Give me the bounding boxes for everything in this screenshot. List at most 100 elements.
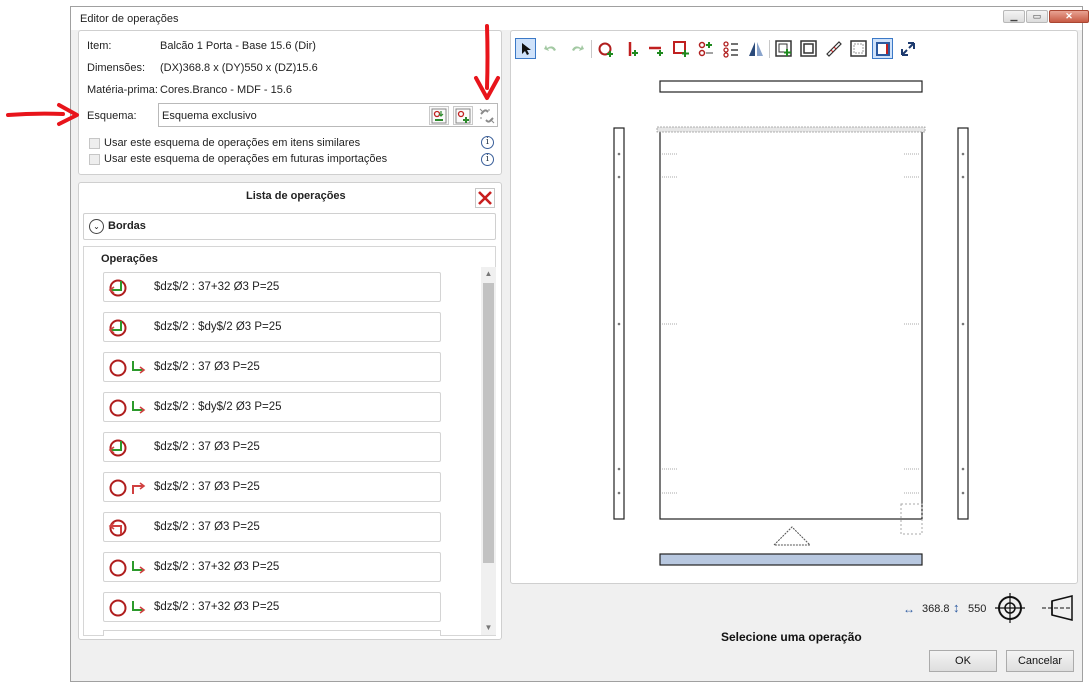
frame-button[interactable] [798,38,819,59]
undo-icon [543,44,556,51]
scrollbar-thumb[interactable] [483,283,494,563]
ok-button[interactable]: OK [929,650,997,672]
delete-icon [478,191,492,205]
cursor-icon [521,42,531,55]
similar-items-info-icon[interactable]: i [481,136,494,149]
list-item[interactable]: $dz$/2 : 37+32 Ø3 P=25 [103,272,441,302]
schema-import-button[interactable] [429,106,449,125]
add-frame-icon [774,39,792,57]
list-item-partial [103,630,441,636]
item-value: Balcão 1 Porta - Base 15.6 (Dir) [160,40,316,52]
expand-button[interactable] [897,38,918,59]
item-label: Item: [87,40,112,52]
list-item[interactable]: $dz$/2 : 37 Ø3 P=25 [103,352,441,382]
similar-items-checkbox[interactable] [89,138,100,149]
operation-label: $dz$/2 : 37 Ø3 P=25 [154,481,260,493]
operation-label: $dz$/2 : 37+32 Ø3 P=25 [154,561,280,573]
main-panel[interactable] [659,127,923,520]
list-item[interactable]: $dz$/2 : 37 Ø3 P=25 [103,472,441,502]
operation-label: $dz$/2 : 37 Ø3 P=25 [154,361,260,373]
height-arrow-icon: ↕ [953,600,960,615]
list-item[interactable]: $dz$/2 : 37+32 Ø3 P=25 [103,552,441,582]
hole-sequence-icon [698,41,713,56]
target-icon[interactable] [994,592,1026,624]
expand-icon [900,41,915,56]
operation-label: $dz$/2 : $dy$/2 Ø3 P=25 [154,321,282,333]
cancel-button[interactable]: Cancelar [1006,650,1074,672]
add-vertical-groove-button[interactable] [620,38,641,59]
schema-new-button[interactable] [453,106,473,125]
list-item[interactable]: $dz$/2 : 37 Ø3 P=25 [103,512,441,542]
annotation-arrow-left [6,103,79,126]
hole-operation-icon [108,519,127,537]
measure-button[interactable] [823,38,844,59]
borders-label: Bordas [108,220,146,232]
scroll-up-icon[interactable]: ▲ [481,267,496,281]
outline-icon [849,39,867,57]
part-drawing-canvas[interactable] [511,70,1077,580]
pocket-icon [672,40,689,57]
toolbar-separator [769,40,770,58]
add-frame-button[interactable] [773,38,794,59]
operation-label: $dz$/2 : 37+32 Ø3 P=25 [154,601,280,613]
hole-operation-icon [109,359,146,377]
annotation-arrow-down [474,24,500,100]
dimensions-label: Dimensões: [87,62,146,74]
future-imports-checkbox[interactable] [89,154,100,165]
select-tool-button[interactable] [515,38,536,59]
schema-unlink-button[interactable] [477,106,497,125]
add-hole-sequence-button[interactable] [695,38,716,59]
operation-label: $dz$/2 : 37+32 Ø3 P=25 [154,281,280,293]
top-edge-highlight [656,126,926,133]
add-horizontal-groove-button[interactable] [645,38,666,59]
view-mode-icon [875,41,890,56]
operations-panel-title: Lista de operações [246,190,346,202]
dy-value: 550 [968,603,987,615]
undo-button[interactable] [540,38,561,59]
mirror-button[interactable] [745,38,766,59]
maximize-button[interactable]: ▭ [1026,10,1048,23]
dx-value: 368.8 [922,603,950,615]
hole-operation-icon [109,479,146,497]
dimensions-value: (DX)368.8 x (DY)550 x (DZ)15.6 [160,62,318,74]
schema-field[interactable]: Esquema exclusivo [158,103,498,127]
outline-button[interactable] [848,38,869,59]
front-direction-icon [772,526,812,546]
hole-operation-icon [109,399,146,417]
list-item[interactable]: $dz$/2 : 37+32 Ø3 P=25 [103,592,441,622]
hole-operation-icon [109,599,146,617]
bottom-edge-strip[interactable] [659,553,923,566]
hole-operation-icon [109,559,146,577]
ruler-icon [825,40,842,57]
redo-button[interactable] [566,38,587,59]
future-imports-label: Usar este esquema de operações em futura… [104,153,388,165]
redo-icon [571,44,584,51]
view-mode-button[interactable] [872,38,893,59]
add-pocket-button[interactable] [670,38,691,59]
unlink-icon [479,108,495,123]
add-hole-icon [598,42,613,57]
list-item[interactable]: $dz$/2 : $dy$/2 Ø3 P=25 [103,312,441,342]
operation-label: $dz$/2 : $dy$/2 Ø3 P=25 [154,401,282,413]
add-hole-button[interactable] [595,38,616,59]
list-item[interactable]: $dz$/2 : 37 Ø3 P=25 [103,432,441,462]
delete-operations-button[interactable] [475,188,495,208]
schema-import-icon [431,108,447,123]
chevron-down-icon[interactable]: ⌄ [89,219,104,234]
toolbar-separator [591,40,592,58]
title-bar: Editor de operações ▁ ▭ ✕ [71,7,1089,30]
operations-scrollbar[interactable]: ▲ ▼ [481,267,496,635]
projection-view-icon[interactable] [1040,594,1074,622]
minimize-button[interactable]: ▁ [1003,10,1025,23]
list-item[interactable]: $dz$/2 : $dy$/2 Ø3 P=25 [103,392,441,422]
scroll-down-icon[interactable]: ▼ [481,621,496,635]
future-imports-info-icon[interactable]: i [481,153,494,166]
frame-icon [799,39,817,57]
material-value: Cores.Branco - MDF - 15.6 [160,84,293,96]
vertical-groove-icon [628,41,638,56]
schema-new-icon [455,108,471,123]
add-hole-pattern-button[interactable] [720,38,741,59]
material-label: Matéria-prima: [87,84,158,96]
close-button[interactable]: ✕ [1049,10,1089,23]
top-edge-strip[interactable] [659,80,923,93]
